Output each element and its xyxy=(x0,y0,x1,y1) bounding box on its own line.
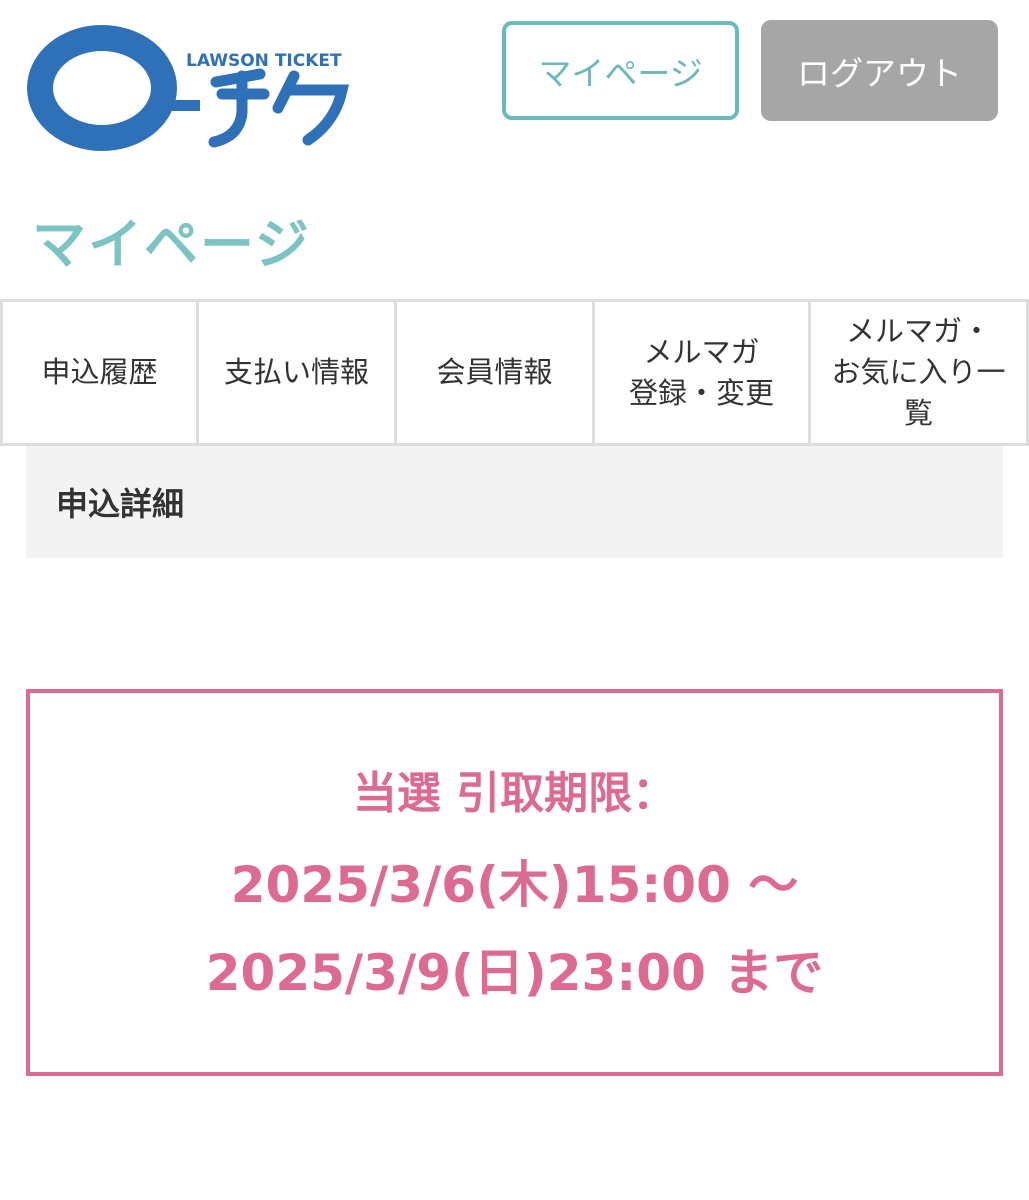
tab-newsletter-settings[interactable]: メルマガ 登録・変更 xyxy=(595,302,811,443)
notice-status-text: 当選 引取期限： xyxy=(352,768,677,819)
tab-label: メルマガ xyxy=(643,334,760,369)
tab-label: 申込履歴 xyxy=(41,355,158,389)
tab-label: お気に入り一 xyxy=(831,355,1006,389)
mypage-button[interactable]: マイページ xyxy=(502,21,739,120)
svg-text:LAWSON TICKET: LAWSON TICKET xyxy=(186,51,342,71)
tab-member-info[interactable]: 会員情報 xyxy=(397,302,595,443)
tab-newsletter-favorites[interactable]: メルマガ・ お気に入り一 覧 xyxy=(811,302,1029,443)
header: LAWSON TICKET マイページ ログアウト xyxy=(0,0,1029,170)
tab-payment-info[interactable]: 支払い情報 xyxy=(199,302,397,443)
page-title: マイページ xyxy=(32,213,311,276)
lawson-ticket-logo[interactable]: LAWSON TICKET xyxy=(26,24,356,152)
tab-application-history[interactable]: 申込履歴 xyxy=(3,302,199,443)
notice-end-datetime: 2025/3/9(日)23:00 まで xyxy=(205,944,824,1002)
tab-label: メルマガ・ xyxy=(845,314,991,348)
tab-label: 支払い情報 xyxy=(223,355,369,389)
mypage-tabs: 申込履歴 支払い情報 会員情報 メルマガ 登録・変更 メルマガ・ お気に入り一 … xyxy=(0,299,1029,446)
tab-label: 会員情報 xyxy=(436,355,553,389)
section-title: 申込詳細 xyxy=(56,485,185,523)
section-header: 申込詳細 xyxy=(26,446,1003,558)
lottery-result-notice: 当選 引取期限： 2025/3/6(木)15:00 ～ 2025/3/9(日)2… xyxy=(26,689,1003,1076)
tab-label: 登録・変更 xyxy=(628,375,774,410)
tab-label: 覧 xyxy=(903,396,933,430)
notice-start-datetime: 2025/3/6(木)15:00 ～ xyxy=(230,856,799,914)
logout-button[interactable]: ログアウト xyxy=(761,20,998,121)
